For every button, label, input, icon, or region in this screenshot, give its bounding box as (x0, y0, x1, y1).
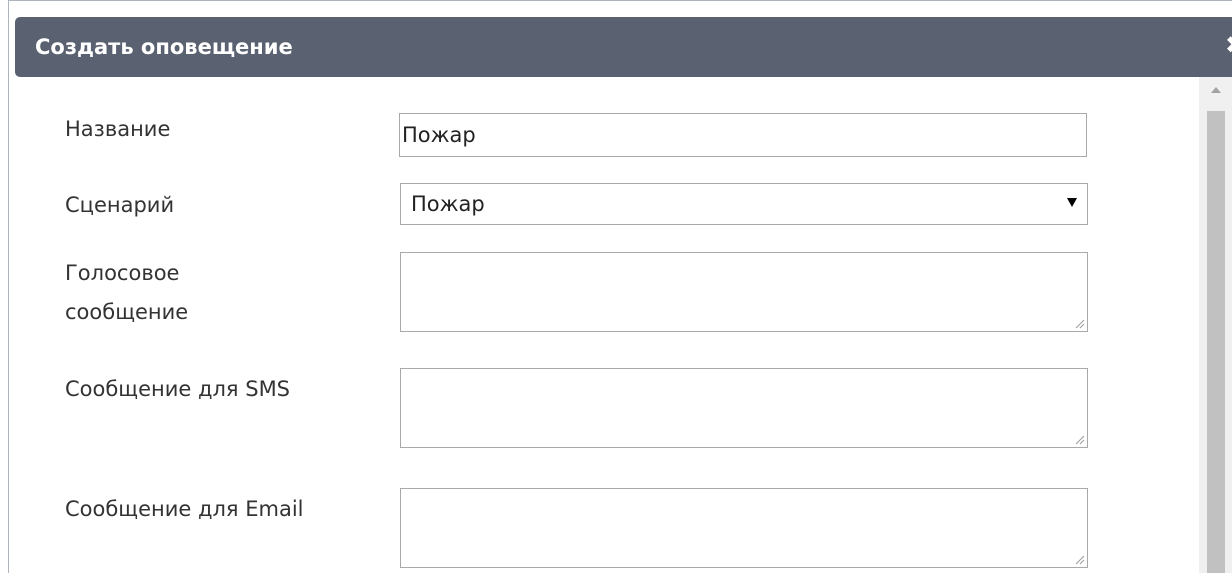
sms-message-label: Сообщение для SMS (65, 377, 291, 401)
create-alert-dialog: Создать оповещение ✖ Название Сценарий П… (8, 0, 1232, 573)
resize-grip-icon[interactable] (1073, 433, 1085, 445)
voice-message-label-line1: Голосовое (65, 261, 180, 285)
dialog-titlebar: Создать оповещение ✖ (15, 17, 1232, 77)
email-message-textarea[interactable] (400, 488, 1088, 568)
name-label: Название (65, 117, 171, 141)
vertical-scrollbar[interactable] (1199, 77, 1232, 573)
close-icon[interactable]: ✖ (1225, 31, 1232, 59)
scenario-selected-value: Пожар (411, 192, 485, 216)
name-input[interactable] (399, 113, 1087, 157)
dialog-title: Создать оповещение (35, 35, 293, 59)
resize-grip-icon[interactable] (1073, 553, 1085, 565)
scenario-label: Сценарий (65, 193, 175, 217)
voice-message-label-line2: сообщение (65, 300, 189, 324)
resize-grip-icon[interactable] (1073, 317, 1085, 329)
email-message-label: Сообщение для Email (65, 497, 304, 521)
scroll-up-arrow-icon[interactable] (1211, 87, 1221, 93)
scenario-select[interactable]: Пожар (400, 183, 1088, 225)
dropdown-arrow-icon (1067, 198, 1077, 207)
scrollbar-thumb[interactable] (1207, 111, 1225, 573)
sms-message-textarea[interactable] (400, 368, 1088, 448)
voice-message-textarea[interactable] (400, 252, 1088, 332)
